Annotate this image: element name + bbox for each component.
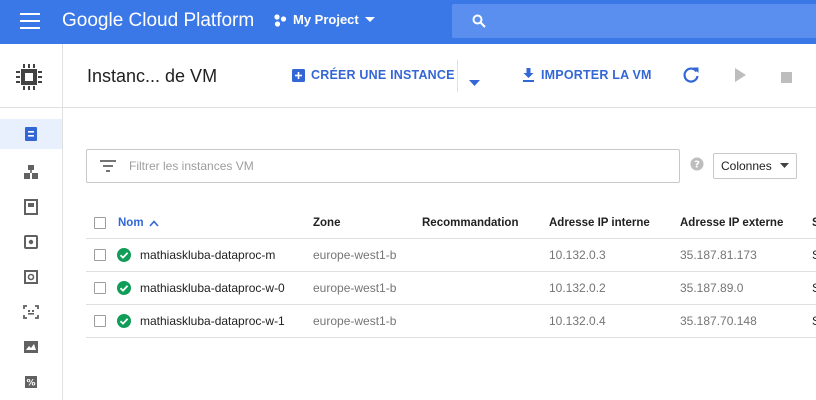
instance-zone: europe-west1-b — [313, 314, 397, 328]
chevron-down-icon — [469, 80, 480, 86]
project-name: My Project — [293, 12, 359, 27]
truncated-cell: S — [812, 305, 816, 337]
download-icon — [523, 68, 534, 82]
refresh-icon — [683, 67, 699, 83]
instance-external-ip[interactable]: 35.187.89.0 — [680, 272, 743, 304]
create-options-dropdown[interactable] — [469, 73, 480, 91]
truncated-cell: S — [812, 272, 816, 304]
table-row[interactable]: mathiaskluba-dataproc-w-0 europe-west1-b… — [86, 272, 816, 305]
filter-input[interactable]: Filtrer les instances VM — [86, 149, 680, 183]
sort-ascending-icon — [148, 219, 159, 227]
filter-placeholder: Filtrer les instances VM — [129, 159, 254, 173]
row-checkbox[interactable] — [94, 305, 106, 337]
columns-dropdown[interactable]: Colonnes — [713, 153, 797, 179]
chevron-down-icon — [364, 16, 375, 22]
sidebar-item-vm-instances[interactable] — [0, 119, 62, 149]
instance-zone: europe-west1-b — [313, 281, 397, 295]
chevron-down-icon — [780, 163, 789, 168]
column-header-zone[interactable]: Zone — [313, 208, 340, 238]
status-running-icon — [117, 239, 131, 271]
images-icon — [23, 305, 39, 319]
committed-use-icon: % — [25, 376, 37, 389]
instance-internal-ip: 10.132.0.4 — [549, 314, 606, 328]
sidebar-item-images[interactable] — [0, 297, 62, 327]
select-all-checkbox[interactable] — [94, 208, 106, 238]
import-vm-button[interactable]: IMPORTER LA VM — [522, 68, 652, 82]
stop-button[interactable] — [781, 70, 792, 88]
create-instance-label: CRÉER UNE INSTANCE — [311, 68, 455, 82]
instance-name[interactable]: mathiaskluba-dataproc-m — [140, 239, 275, 271]
svg-text:?: ? — [694, 160, 700, 171]
column-header-truncated: S — [812, 217, 816, 229]
sidebar: % — [0, 44, 63, 400]
sidebar-item-instance-groups[interactable] — [0, 157, 62, 187]
table-header-row: Nom Zone Recommandation Adresse IP inter… — [86, 208, 816, 239]
toolbar-divider — [457, 60, 458, 92]
column-header-name[interactable]: Nom — [118, 208, 159, 238]
compute-engine-chip-icon — [16, 64, 42, 90]
sidebar-item-snapshots[interactable] — [0, 262, 62, 292]
instance-name[interactable]: mathiaskluba-dataproc-w-0 — [140, 272, 285, 304]
help-icon[interactable]: ? — [690, 157, 704, 171]
columns-label: Colonnes — [721, 159, 772, 173]
import-vm-label: IMPORTER LA VM — [541, 68, 652, 82]
play-icon — [735, 68, 746, 82]
instance-internal-ip: 10.132.0.2 — [549, 281, 606, 295]
top-app-bar: Google Cloud Platform My Project — [0, 0, 816, 44]
column-header-recommendation[interactable]: Recommandation — [422, 208, 519, 238]
project-selector[interactable]: My Project — [273, 12, 375, 27]
sidebar-item-instance-templates[interactable] — [0, 192, 62, 222]
table-row[interactable]: mathiaskluba-dataproc-m europe-west1-b 1… — [86, 239, 816, 272]
sidebar-item-tpu[interactable] — [0, 332, 62, 362]
start-button[interactable] — [734, 68, 746, 87]
menu-icon[interactable] — [20, 13, 40, 31]
refresh-button[interactable] — [682, 66, 700, 89]
add-box-icon — [292, 68, 305, 82]
filter-list-icon — [100, 160, 116, 172]
instance-name[interactable]: mathiaskluba-dataproc-w-1 — [140, 305, 285, 337]
brand-title[interactable]: Google Cloud Platform — [62, 10, 254, 32]
instance-templates-icon — [24, 199, 38, 215]
vm-instances-table: Nom Zone Recommandation Adresse IP inter… — [86, 208, 816, 338]
stop-icon — [781, 72, 792, 83]
instance-groups-icon — [24, 165, 38, 179]
page-title: Instanc... de VM — [87, 66, 218, 86]
search-icon — [472, 14, 486, 28]
table-row[interactable]: mathiaskluba-dataproc-w-1 europe-west1-b… — [86, 305, 816, 338]
vm-instances-icon — [25, 127, 37, 141]
sidebar-item-committed-use[interactable]: % — [0, 367, 62, 397]
tpu-icon — [24, 341, 38, 353]
compute-engine-header — [0, 44, 62, 108]
instance-external-ip[interactable]: 35.187.81.173 — [680, 239, 757, 271]
instance-external-ip[interactable]: 35.187.70.148 — [680, 305, 757, 337]
disks-icon — [24, 235, 38, 249]
row-checkbox[interactable] — [94, 272, 106, 304]
status-running-icon — [117, 305, 131, 337]
svg-text:%: % — [26, 379, 35, 389]
page-toolbar: Instanc... de VM CRÉER UNE INSTANCE IMPO… — [63, 44, 816, 108]
column-header-external-ip[interactable]: Adresse IP externe — [680, 208, 783, 238]
sidebar-item-disks[interactable] — [0, 227, 62, 257]
status-running-icon — [117, 272, 131, 304]
column-header-internal-ip[interactable]: Adresse IP interne — [549, 208, 650, 238]
create-instance-button[interactable]: CRÉER UNE INSTANCE — [292, 68, 455, 82]
instance-internal-ip: 10.132.0.3 — [549, 248, 606, 262]
search-input[interactable] — [452, 4, 816, 38]
row-checkbox[interactable] — [94, 239, 106, 271]
project-hub-icon — [274, 13, 287, 27]
truncated-cell: S — [812, 239, 816, 271]
instance-zone: europe-west1-b — [313, 248, 397, 262]
snapshots-icon — [24, 270, 38, 284]
